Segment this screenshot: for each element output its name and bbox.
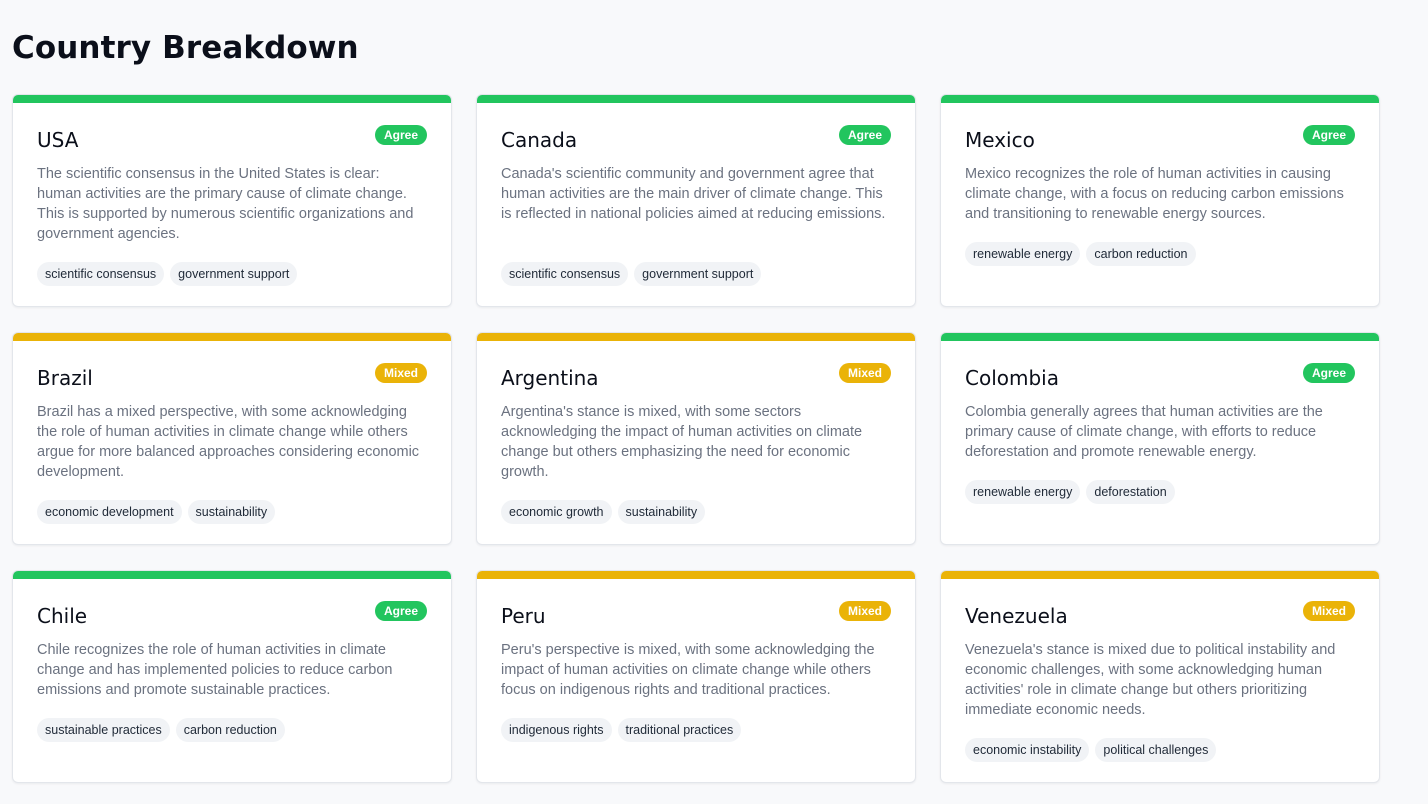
card-header: Chile Agree: [37, 601, 427, 632]
stance-badge: Agree: [1302, 363, 1355, 383]
stance-badge: Agree: [374, 601, 427, 621]
tag: sustainability: [617, 500, 706, 524]
country-breakdown-page: Country Breakdown USA Agree The scientif…: [0, 0, 1428, 804]
country-card-canada[interactable]: Canada Agree Canada's scientific communi…: [476, 94, 916, 307]
card-body: Venezuela Mixed Venezuela's stance is mi…: [965, 601, 1355, 762]
tag: carbon reduction: [175, 718, 285, 742]
stance-badge: Mixed: [1302, 601, 1355, 621]
card-header: Mexico Agree: [965, 125, 1355, 156]
stance-badge: Mixed: [838, 601, 891, 621]
tag: sustainable practices: [37, 718, 170, 742]
tag-list: indigenous rights traditional practices: [501, 718, 891, 742]
country-name: Mexico: [965, 128, 1035, 152]
country-name: Chile: [37, 604, 88, 628]
card-body: Peru Mixed Peru's perspective is mixed, …: [501, 601, 891, 742]
tag-list: sustainable practices carbon reduction: [37, 718, 427, 742]
card-body: Colombia Agree Colombia generally agrees…: [965, 363, 1355, 504]
page-title: Country Breakdown: [12, 30, 359, 66]
country-name: Peru: [501, 604, 546, 628]
country-description: Argentina's stance is mixed, with some s…: [501, 404, 863, 480]
card-header: USA Agree: [37, 125, 427, 156]
card-body: Brazil Mixed Brazil has a mixed perspect…: [37, 363, 427, 524]
stance-badge: Mixed: [374, 363, 427, 383]
country-description: The scientific consensus in the United S…: [37, 166, 414, 242]
tag: scientific consensus: [37, 262, 165, 286]
tag: government support: [634, 262, 762, 286]
card-body: Chile Agree Chile recognizes the role of…: [37, 601, 427, 742]
card-header: Venezuela Mixed: [965, 601, 1355, 632]
card-body: Mexico Agree Mexico recognizes the role …: [965, 125, 1355, 266]
country-description: Canada's scientific community and govern…: [501, 166, 886, 222]
stance-color-bar: [477, 571, 915, 579]
tag-list: economic growth sustainability: [501, 500, 891, 524]
tag: economic instability: [965, 738, 1090, 762]
country-name: USA: [37, 128, 79, 152]
country-card-brazil[interactable]: Brazil Mixed Brazil has a mixed perspect…: [12, 332, 452, 545]
stance-color-bar: [13, 571, 451, 579]
stance-color-bar: [13, 333, 451, 341]
stance-badge: Mixed: [838, 363, 891, 383]
country-description: Peru's perspective is mixed, with some a…: [501, 642, 875, 698]
card-header: Canada Agree: [501, 125, 891, 156]
tag-list: scientific consensus government support: [501, 262, 891, 286]
country-description: Mexico recognizes the role of human acti…: [965, 166, 1344, 222]
country-name: Argentina: [501, 366, 599, 390]
stance-color-bar: [941, 571, 1379, 579]
stance-color-bar: [941, 333, 1379, 341]
tag: economic growth: [501, 500, 612, 524]
stance-color-bar: [477, 333, 915, 341]
tag: indigenous rights: [501, 718, 612, 742]
card-header: Colombia Agree: [965, 363, 1355, 394]
country-card-chile[interactable]: Chile Agree Chile recognizes the role of…: [12, 570, 452, 783]
stance-badge: Agree: [374, 125, 427, 145]
country-card-colombia[interactable]: Colombia Agree Colombia generally agrees…: [940, 332, 1380, 545]
stance-color-bar: [13, 95, 451, 103]
tag: political challenges: [1095, 738, 1217, 762]
card-body: Argentina Mixed Argentina's stance is mi…: [501, 363, 891, 524]
country-grid: USA Agree The scientific consensus in th…: [12, 94, 1380, 783]
tag-list: economic development sustainability: [37, 500, 427, 524]
stance-color-bar: [477, 95, 915, 103]
tag: carbon reduction: [1086, 242, 1196, 266]
stance-color-bar: [941, 95, 1379, 103]
country-description: Brazil has a mixed perspective, with som…: [37, 404, 420, 480]
tag: traditional practices: [617, 718, 742, 742]
tag-list: renewable energy deforestation: [965, 480, 1355, 504]
stance-badge: Agree: [838, 125, 891, 145]
country-description: Venezuela's stance is mixed due to polit…: [965, 642, 1336, 718]
country-card-mexico[interactable]: Mexico Agree Mexico recognizes the role …: [940, 94, 1380, 307]
tag: economic development: [37, 500, 182, 524]
country-name: Brazil: [37, 366, 93, 390]
country-description: Colombia generally agrees that human act…: [965, 404, 1323, 460]
card-header: Argentina Mixed: [501, 363, 891, 394]
card-header: Brazil Mixed: [37, 363, 427, 394]
tag: sustainability: [187, 500, 276, 524]
tag: renewable energy: [965, 480, 1081, 504]
card-body: Canada Agree Canada's scientific communi…: [501, 125, 891, 286]
tag: renewable energy: [965, 242, 1081, 266]
card-header: Peru Mixed: [501, 601, 891, 632]
tag: scientific consensus: [501, 262, 629, 286]
tag-list: economic instability political challenge…: [965, 738, 1355, 762]
country-card-peru[interactable]: Peru Mixed Peru's perspective is mixed, …: [476, 570, 916, 783]
country-name: Venezuela: [965, 604, 1068, 628]
country-description: Chile recognizes the role of human activ…: [37, 642, 393, 698]
country-card-argentina[interactable]: Argentina Mixed Argentina's stance is mi…: [476, 332, 916, 545]
stance-badge: Agree: [1302, 125, 1355, 145]
country-card-usa[interactable]: USA Agree The scientific consensus in th…: [12, 94, 452, 307]
tag-list: scientific consensus government support: [37, 262, 427, 286]
tag: deforestation: [1086, 480, 1175, 504]
country-name: Canada: [501, 128, 578, 152]
tag: government support: [170, 262, 298, 286]
country-card-venezuela[interactable]: Venezuela Mixed Venezuela's stance is mi…: [940, 570, 1380, 783]
country-name: Colombia: [965, 366, 1059, 390]
tag-list: renewable energy carbon reduction: [965, 242, 1355, 266]
card-body: USA Agree The scientific consensus in th…: [37, 125, 427, 286]
